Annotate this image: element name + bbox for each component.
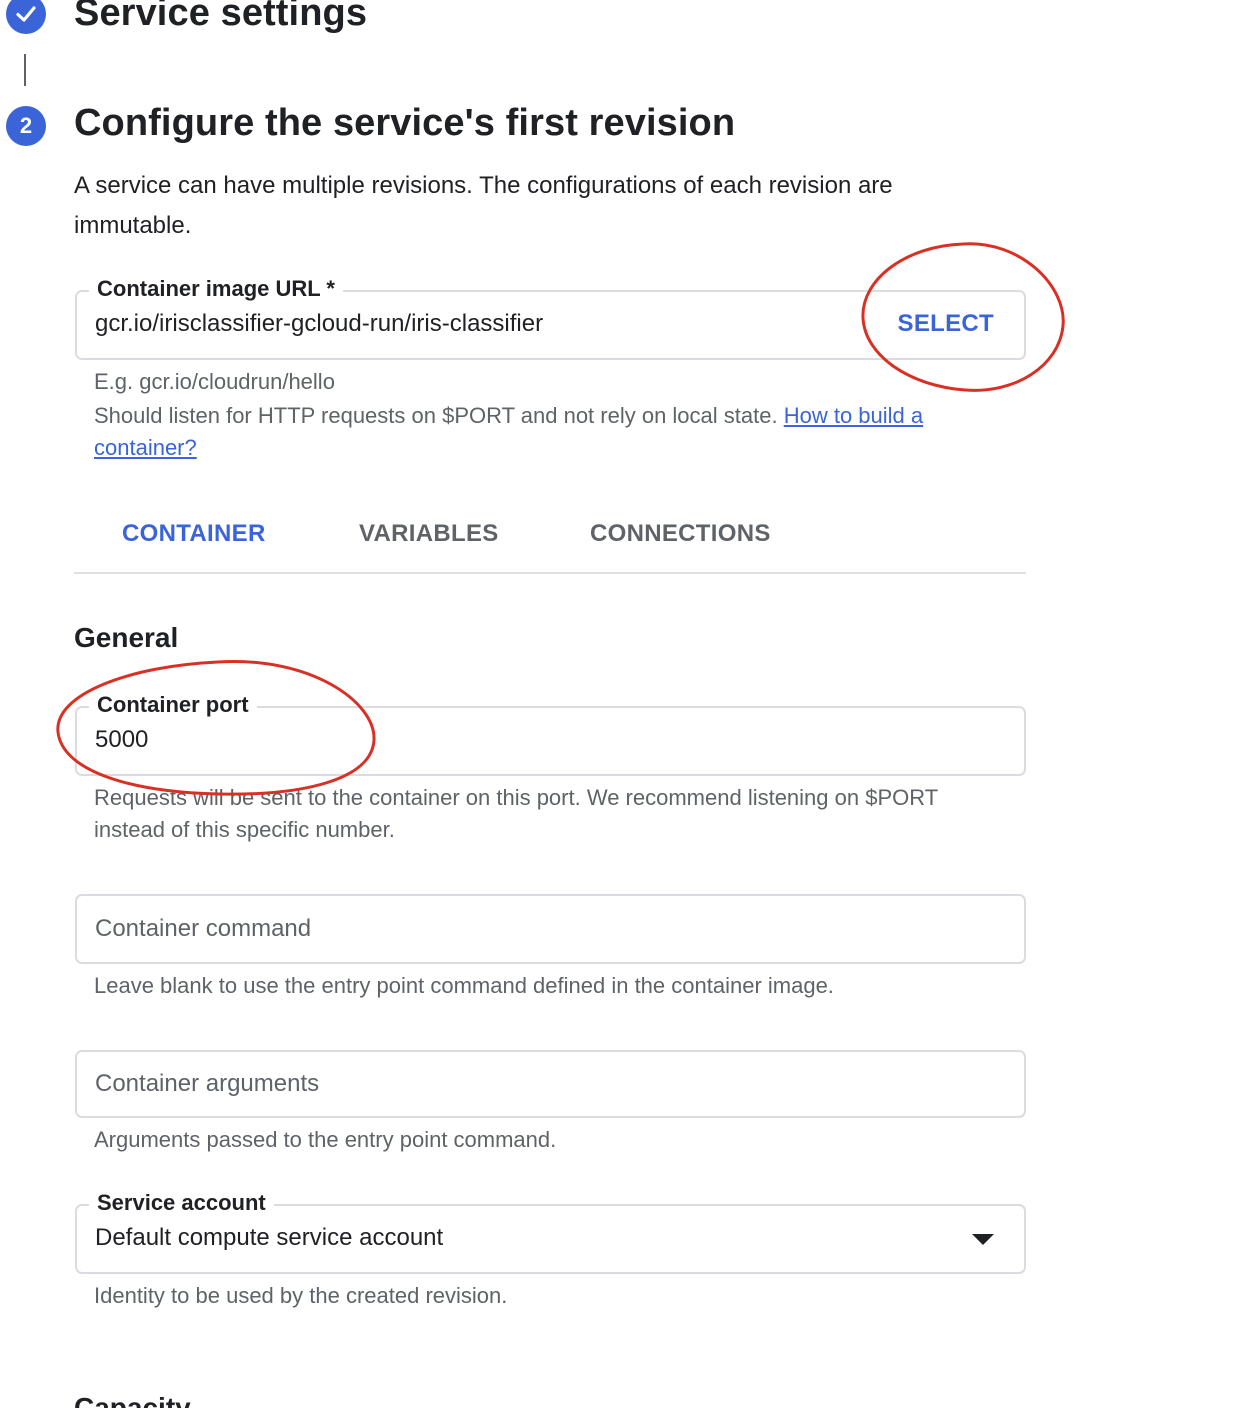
container-port-value[interactable]: 5000 — [95, 726, 148, 754]
container-port-label: Container port — [89, 691, 257, 719]
service-account-hint: Identity to be used by the created revis… — [94, 1283, 508, 1308]
select-image-button[interactable]: SELECT — [898, 310, 994, 338]
container-port-hint: Requests will be sent to the container o… — [94, 785, 938, 842]
revision-tabs: CONTAINER VARIABLES CONNECTIONS — [74, 510, 1026, 574]
checkmark-icon — [16, 6, 36, 22]
service-account-label: Service account — [89, 1189, 274, 1217]
container-command-placeholder[interactable]: Container command — [95, 915, 311, 943]
container-port-field[interactable]: Container port 5000 — [75, 691, 1026, 776]
container-image-url-hint: Should listen for HTTP requests on $PORT… — [94, 400, 994, 464]
step-description: A service can have multiple revisions. T… — [74, 172, 893, 239]
general-section-title: General — [74, 622, 179, 653]
service-account-select[interactable]: Service account Default compute service … — [75, 1189, 1026, 1274]
container-arguments-field[interactable]: Container arguments — [75, 1050, 1026, 1118]
tab-connections[interactable]: CONNECTIONS — [590, 520, 771, 548]
step-1-title: Service settings — [74, 0, 368, 34]
container-image-url-label: Container image URL * — [89, 275, 343, 303]
container-command-hint: Leave blank to use the entry point comma… — [94, 973, 834, 998]
service-account-value[interactable]: Default compute service account — [95, 1224, 443, 1252]
container-arguments-placeholder[interactable]: Container arguments — [95, 1070, 319, 1098]
container-image-url-hint-text: Should listen for HTTP requests on $PORT… — [94, 403, 778, 428]
step-2-title: Configure the service's first revision — [74, 102, 736, 144]
capacity-section-title: Capacity — [74, 1392, 191, 1408]
step-2-number-badge: 2 — [6, 106, 46, 146]
container-arguments-hint: Arguments passed to the entry point comm… — [94, 1127, 557, 1152]
step-complete-check-icon — [6, 0, 46, 34]
container-image-url-field[interactable]: Container image URL * gcr.io/irisclassif… — [75, 275, 1026, 360]
tab-variables[interactable]: VARIABLES — [359, 520, 499, 548]
tab-container[interactable]: CONTAINER — [122, 520, 266, 548]
container-command-field[interactable]: Container command — [75, 894, 1026, 964]
container-image-url-value[interactable]: gcr.io/irisclassifier-gcloud-run/iris-cl… — [95, 310, 543, 338]
container-image-url-example: E.g. gcr.io/cloudrun/hello — [94, 369, 335, 394]
dropdown-arrow-icon[interactable] — [972, 1234, 994, 1245]
stepper-connector — [24, 54, 26, 86]
